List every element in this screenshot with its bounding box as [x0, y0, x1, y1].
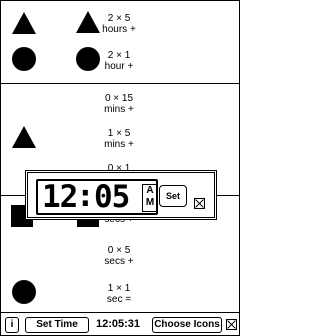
set-button[interactable]: Set [159, 185, 187, 207]
circle-icon [12, 47, 36, 71]
am-pm-toggle[interactable]: AM [142, 184, 158, 212]
current-time: 12:05:31 [96, 318, 141, 330]
clock-digit-display: 12 : 05 AM [36, 178, 158, 215]
section-divider [0, 83, 240, 84]
triangle-icon [12, 12, 36, 34]
hour-digits[interactable]: 12 [42, 179, 78, 215]
hours-5-label: 2 × 5 hours + [102, 13, 136, 35]
mins-15-label: 0 × 15 mins + [104, 93, 134, 115]
secs-5-label: 0 × 5 secs + [104, 245, 134, 267]
info-button[interactable]: i [5, 317, 19, 333]
triangle-icon [12, 126, 36, 148]
time-colon: : [76, 178, 95, 214]
choose-icons-button[interactable]: Choose Icons [152, 317, 222, 333]
mins-5-label: 1 × 5 mins + [104, 128, 134, 150]
minute-digits[interactable]: 05 [94, 179, 130, 215]
close-icon[interactable] [194, 198, 205, 209]
close-icon[interactable] [226, 319, 237, 330]
clock-setter-panel: 12 : 05 AM Set [27, 172, 215, 218]
secs-1-label: 1 × 1 sec = [106, 283, 132, 305]
circle-icon [12, 280, 36, 304]
hours-1-label: 2 × 1 hour + [104, 50, 134, 72]
bottom-divider [0, 312, 240, 313]
bottom-bar: i Set Time 12:05:31 Choose Icons [0, 314, 240, 336]
set-time-button[interactable]: Set Time [25, 317, 89, 333]
